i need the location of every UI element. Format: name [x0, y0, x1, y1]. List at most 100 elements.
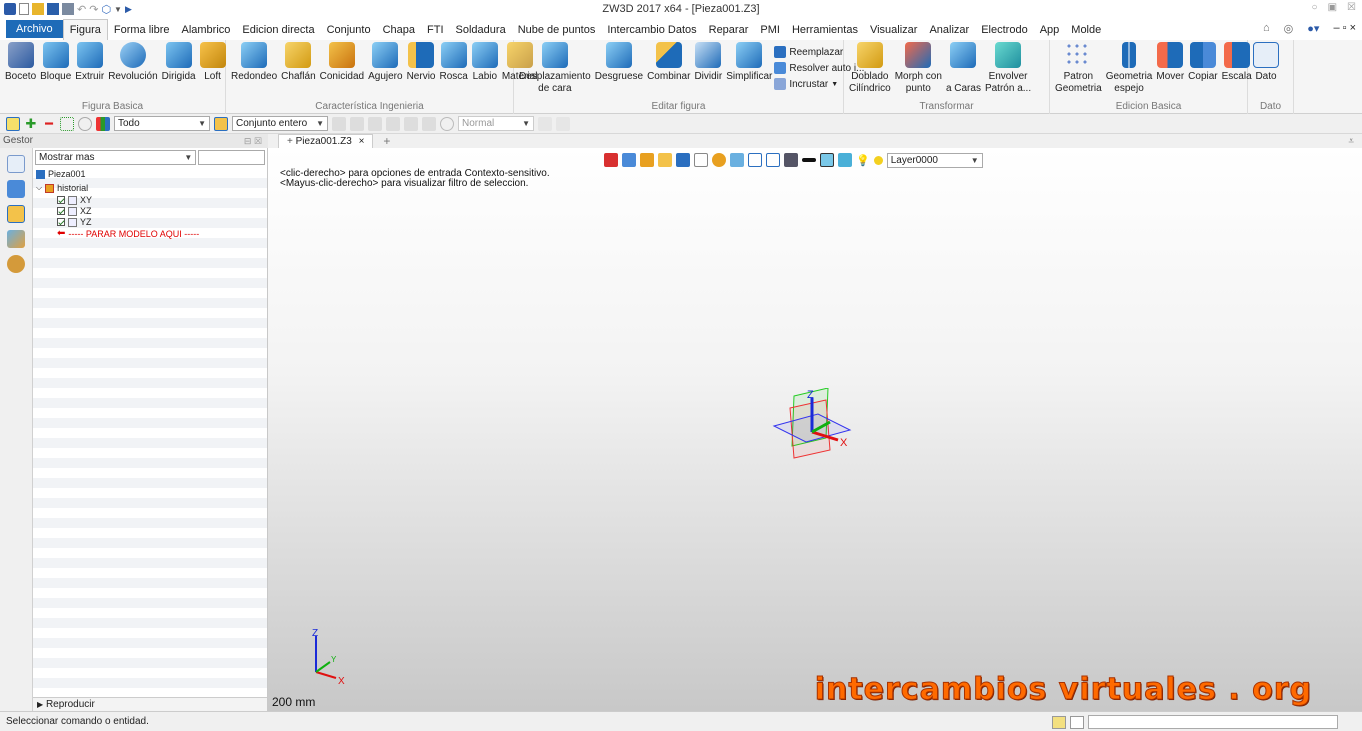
zoom-icon[interactable]: [730, 153, 744, 167]
shaded-icon[interactable]: [676, 153, 690, 167]
pencil-icon[interactable]: [640, 153, 654, 167]
select-pointer-icon[interactable]: [6, 116, 20, 131]
restore-icon[interactable]: ▣: [1328, 2, 1337, 13]
extrude-icon: [76, 42, 103, 68]
tree-node-root[interactable]: Pieza001: [36, 169, 86, 179]
menu-tab-edicion-directa[interactable]: Edicion directa: [236, 20, 320, 40]
corner-axis-label-y: Y: [331, 655, 337, 664]
menu-tab-pmi[interactable]: PMI: [754, 20, 786, 40]
part-icon: [36, 169, 45, 179]
datum-planes-triad[interactable]: Z X: [770, 388, 860, 468]
display-icon[interactable]: [784, 153, 798, 167]
tree-node-plane-xz[interactable]: XZ: [57, 206, 92, 216]
new-tab-icon[interactable]: +: [383, 134, 390, 148]
menu-tab-soldadura[interactable]: Soldadura: [450, 20, 512, 40]
user-manager-icon[interactable]: [7, 255, 25, 273]
menu-tab-nube-de-puntos[interactable]: Nube de puntos: [512, 20, 602, 40]
ribbon-group-transformar: Doblado Cilíndrico Morph con punto a Car…: [844, 40, 1050, 114]
menu-tab-visualizar[interactable]: Visualizar: [864, 20, 924, 40]
menu-tab-app[interactable]: App: [1034, 20, 1066, 40]
tree-node-plane-xy[interactable]: XY: [57, 195, 92, 205]
tree-search-input[interactable]: [198, 150, 265, 165]
frame-icon[interactable]: [748, 153, 762, 167]
panel-controls-icon[interactable]: ⊟ ☒: [244, 134, 262, 148]
assembly-icon[interactable]: [214, 116, 228, 131]
input-mode-icon[interactable]: [1052, 715, 1066, 729]
menu-tab-analizar[interactable]: Analizar: [923, 20, 975, 40]
bulb-icon[interactable]: 💡: [856, 154, 870, 167]
window-title: ZW3D 2017 x64 - [Pieza001.Z3]: [602, 3, 760, 15]
emboss-icon: [774, 78, 787, 90]
history-folder-icon: [45, 183, 55, 193]
layer-manager-icon[interactable]: [838, 153, 852, 167]
menu-tab-conjunto[interactable]: Conjunto: [321, 20, 377, 40]
filter-icon[interactable]: [96, 116, 110, 131]
remove-icon[interactable]: ━: [42, 116, 56, 131]
shell-icon: [605, 42, 632, 68]
snap-icon: [332, 116, 346, 131]
group-label-dato: Dato: [1259, 101, 1282, 112]
menu-tab-forma-libre[interactable]: Forma libre: [108, 20, 176, 40]
section-icon[interactable]: [712, 153, 726, 167]
ribbon-group-figura-basica: Boceto Bloque Extruir Revolución Dirigid…: [0, 40, 226, 114]
measure-icon[interactable]: [766, 153, 780, 167]
filter-select[interactable]: Todo ▼: [114, 116, 210, 131]
line-style-icon[interactable]: [802, 158, 816, 162]
layer-color-icon: [873, 155, 883, 165]
help-icon[interactable]: ●▾: [1307, 22, 1319, 35]
assembly-manager-icon[interactable]: [7, 180, 25, 198]
ribbon-collapse-icon[interactable]: ⌂: [1263, 22, 1270, 35]
close-icon[interactable]: ×: [359, 136, 365, 147]
visibility-checkbox[interactable]: [57, 218, 65, 226]
tree-node-stop-marker[interactable]: ⬅ ----- PARAR MODELO AQUI -----: [57, 228, 199, 240]
view-cube-icon[interactable]: [694, 153, 708, 167]
exit-icon[interactable]: [604, 153, 618, 167]
view-orient-icon[interactable]: [622, 153, 636, 167]
chevron-down-icon[interactable]: ⌵: [36, 183, 42, 193]
menu-file[interactable]: Archivo: [6, 20, 63, 38]
menu-tab-chapa[interactable]: Chapa: [377, 20, 421, 40]
chevron-down-icon: ▼: [184, 153, 193, 162]
visibility-checkbox[interactable]: [57, 196, 65, 204]
history-manager-icon[interactable]: [7, 155, 25, 173]
layer-select[interactable]: Layer0000 ▼: [886, 152, 983, 168]
color-icon[interactable]: [820, 153, 834, 167]
tree-node-history[interactable]: ⌵ historial: [36, 183, 88, 193]
watermark: intercambios virtuales . org: [814, 672, 1312, 708]
to-faces-icon: [950, 42, 977, 68]
view-manager-icon[interactable]: [7, 230, 25, 248]
assembly-select[interactable]: Conjunto entero ▼: [232, 116, 328, 131]
lasso-icon[interactable]: [78, 116, 92, 131]
menu-tab-fti[interactable]: FTI: [421, 20, 450, 40]
menu-tab-figura[interactable]: Figura: [62, 19, 108, 40]
morph-icon: [905, 42, 932, 68]
menu-tab-alambrico[interactable]: Alambrico: [176, 20, 237, 40]
part-manager-icon[interactable]: [7, 205, 25, 223]
render-mode-icon[interactable]: [658, 153, 672, 167]
group-label-edicion-basica: Edicion Basica: [1115, 101, 1182, 112]
grid-select-icon[interactable]: [60, 116, 74, 131]
list-icon[interactable]: [1070, 715, 1084, 729]
close-icon[interactable]: ☒: [1347, 2, 1356, 13]
minimize-icon[interactable]: ○: [1312, 2, 1318, 13]
add-icon[interactable]: ✚: [24, 116, 38, 131]
graphics-viewport[interactable]: <clic-derecho> para opciones de entrada …: [268, 148, 1362, 711]
doc-window-controls-icon[interactable]: – ▫ ×: [1333, 22, 1356, 35]
window-controls: ○ ▣ ☒: [1312, 2, 1356, 13]
context-hint-2: <Mayus-clic-derecho> para visualizar fil…: [280, 178, 529, 189]
menu-tab-herramientas[interactable]: Herramientas: [786, 20, 864, 40]
settings-icon[interactable]: ◎: [1284, 22, 1294, 35]
tab-pieza001[interactable]: + Pieza001.Z3 ×: [278, 134, 374, 148]
show-more-select[interactable]: Mostrar mas ▼: [35, 150, 197, 165]
menu-tab-molde[interactable]: Molde: [1065, 20, 1107, 40]
menu-tab-reparar[interactable]: Reparar: [703, 20, 755, 40]
tree-node-plane-yz[interactable]: YZ: [57, 217, 92, 227]
tab-menu-icon[interactable]: ⩡: [1348, 136, 1354, 147]
replay-panel-toggle[interactable]: ▶ Reproducir: [33, 697, 267, 711]
menu-tab-electrodo[interactable]: Electrodo: [975, 20, 1033, 40]
command-input[interactable]: [1088, 715, 1338, 729]
arrow-left-icon: ⬅: [57, 228, 66, 239]
corner-axis-triad: Z X Y: [312, 628, 345, 686]
visibility-checkbox[interactable]: [57, 207, 65, 215]
menu-tab-intercambio-datos[interactable]: Intercambio Datos: [601, 20, 702, 40]
